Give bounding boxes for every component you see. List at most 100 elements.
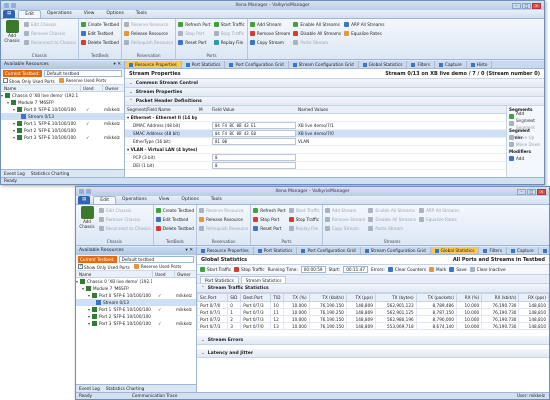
stop-port-button[interactable]: Stop Port [178,29,210,37]
doc-tab[interactable]: Port Configuration Grid [225,61,289,68]
expand-icon[interactable]: ▾ [76,279,78,284]
release-resource-button[interactable]: Release Resource [124,29,173,37]
stop-port-button[interactable]: Stop Port [253,215,285,223]
column-header[interactable]: Src.Port [197,293,229,302]
replay-file-button[interactable]: Replay File [213,38,245,46]
arp-all-streams-button[interactable]: ARP All Streams [344,20,385,28]
create-testbed-button[interactable]: Create Testbed [80,20,119,28]
release-resource-button[interactable]: Release Resource [199,215,248,223]
stop-traffic-button[interactable]: Stop Traffic [288,215,320,223]
doc-tab[interactable]: Stream Configuration Grid [289,61,359,68]
expand-icon[interactable]: ▾ [7,100,9,105]
pin-icon[interactable]: ▾ ✕ [186,247,193,255]
doc-tab[interactable]: Port Statistics [254,247,298,254]
start-traffic-button[interactable]: Start Traffic [213,20,245,28]
edit-testbed-button[interactable]: Edit Testbed [155,215,194,223]
tree-row[interactable]: ▾ Port 0 'SFP-E 10/100/100 ✓ mikkelz [1,106,124,113]
doc-tab[interactable]: Histograms [539,247,549,254]
testbed-select[interactable]: Default testbed [43,69,122,77]
tree-row[interactable]: ▾ Port 1 'SFP-E 10/100/100 ✓ mikkelz [1,120,124,127]
column-header[interactable]: RX (%) [455,293,483,302]
comm-trace-tab[interactable]: Communication Trace [132,393,177,399]
doc-tab[interactable]: Resource Properties [197,247,254,254]
tree-row[interactable]: ▾ Chassis 0 'XB live demo' (192.1 [76,278,196,285]
menu-edit[interactable]: Edit [93,196,116,204]
tab-stream-statistics[interactable]: Stream Statistics [240,276,287,283]
column-header[interactable]: TX (bytes) [374,293,417,302]
tab-event-log[interactable]: Event Log [4,171,25,176]
menu-options[interactable]: Options [100,10,129,18]
add-modifier-button[interactable]: Add [507,155,544,162]
menu-view[interactable]: View [78,10,101,18]
enable-all-streams-button[interactable]: Enable All Streams [293,20,341,28]
doc-tab[interactable]: Port Configuration Grid [297,247,361,254]
show-only-used-checkbox[interactable]: Show Only Used Ports [3,77,55,84]
packet-field-row[interactable]: PCP (3 bit) 0 [125,154,506,162]
doc-tab[interactable]: Resource Properties [125,61,182,68]
move-up-button[interactable]: Move Up [507,134,544,141]
stop-traffic-button[interactable]: Stop Traffic [234,267,265,272]
expand-icon[interactable]: ▾ [82,286,84,291]
packet-field-row[interactable]: ▾ VLAN - Virtual LAN (4 bytes) [125,146,506,154]
column-header[interactable]: TX (%) [283,293,310,302]
edit-chassis-button[interactable]: Edit Chassis [99,206,151,214]
minimize-button[interactable]: – [517,188,526,195]
field-value-input[interactable]: 04 F4 BC 0B 43 E0 [212,130,296,137]
copy-stream-button[interactable]: Copy Stream [249,38,290,46]
relinquish-resource-button[interactable]: Relinquish Resource [124,38,173,46]
table-row[interactable]: Port 0/7/0 0 Port 0/7/3 10 10.000 76,190.150 1… [197,301,549,309]
tab-statistics-charting[interactable]: Statistics Charting [106,386,144,391]
doc-tab[interactable]: Filters [479,247,508,254]
reserve-resource-button[interactable]: Reserve Resource [199,206,248,214]
remove-stream-button[interactable]: Remove Stream [324,215,365,223]
menu-tools[interactable]: Tools [130,10,153,18]
expand-icon[interactable]: ▾ [88,293,90,298]
show-only-used-checkbox[interactable]: Show Only Used Ports [78,263,130,270]
menu-operations[interactable]: Operations [41,10,78,18]
maximize-button[interactable]: □ [522,2,531,9]
clear-inactive-button[interactable]: Clear Inactive [469,267,506,272]
expand-icon[interactable]: ▾ [13,121,15,126]
move-down-button[interactable]: Move Down [507,141,544,148]
packet-field-row[interactable]: DMAC Address (48 bit) 04 F4 BC 0B 43 E1 XB… [125,122,506,130]
equalize-rates-button[interactable]: Equalize Rates [419,215,460,223]
named-value[interactable]: XB live demo/7/1 [296,123,368,128]
table-row[interactable]: Port 0/7/3 3 Port 0/7/0 13 10.000 76,190.150 1… [197,322,549,330]
save-button[interactable]: Save [449,267,467,272]
mark-button[interactable]: Mark [429,267,446,272]
column-header[interactable]: TID [270,293,285,302]
add-chassis-button[interactable]: Add Chassis [3,20,21,53]
section-packet-header[interactable]: ⌃ Packet Header Definitions [125,97,544,106]
remove-chassis-button[interactable]: Remove Chassis [99,215,151,223]
paste-stream-button[interactable]: Paste Stream [293,38,341,46]
tree-row[interactable]: Stream 0/13 [1,113,124,120]
doc-tab[interactable]: Stream Configuration Grid [361,247,431,254]
doc-tab[interactable]: Filters [407,61,436,68]
doc-tab[interactable]: Capture [507,247,539,254]
add-stream-button[interactable]: Add Stream [249,20,290,28]
packet-field-row[interactable]: ▾ Ethernet - Ethernet II (14 bytes) [125,114,506,122]
minimize-button[interactable]: – [512,2,521,9]
disable-all-streams-button[interactable]: Disable All Streams [293,29,341,37]
tab-statistics-charting[interactable]: Statistics Charting [31,171,69,176]
reserve-used-ports-button[interactable]: Reserve Used Ports [133,264,181,270]
copy-stream-button[interactable]: Copy Stream [324,224,365,232]
section-latency-jitter[interactable]: ⌄ Latency and Jitter [197,349,549,358]
reconnect-chassis-button[interactable]: Reconnect to Chassis [24,38,76,46]
file-menu-button[interactable]: ▤ [3,10,16,18]
disable-all-streams-button[interactable]: Disable All Streams [368,215,416,223]
replay-file-button[interactable]: Replay File [288,224,320,232]
edit-testbed-button[interactable]: Edit Testbed [80,29,119,37]
start-traffic-button[interactable]: Start Traffic [200,267,231,272]
packet-field-row[interactable]: DEI (1 bit) 0 [125,162,506,170]
pin-icon[interactable]: ▾ ✕ [114,61,121,69]
reset-port-button[interactable]: Reset Port [178,38,210,46]
tree-row[interactable]: ▾ Port 3 'SFP-E 10/100/100 ✓ mikkelz [76,320,196,327]
remove-chassis-button[interactable]: Remove Chassis [24,29,76,37]
section-common-stream-control[interactable]: ⌄ Common Stream Control [125,79,544,88]
column-header[interactable]: TX (packets) [415,293,457,302]
add-stream-button[interactable]: Add Stream [324,206,365,214]
section-stream-errors[interactable]: ⌄ Stream Errors [197,336,549,345]
refresh-port-button[interactable]: Refresh Port [178,20,211,28]
delete-testbed-button[interactable]: Delete Testbed [80,38,119,46]
